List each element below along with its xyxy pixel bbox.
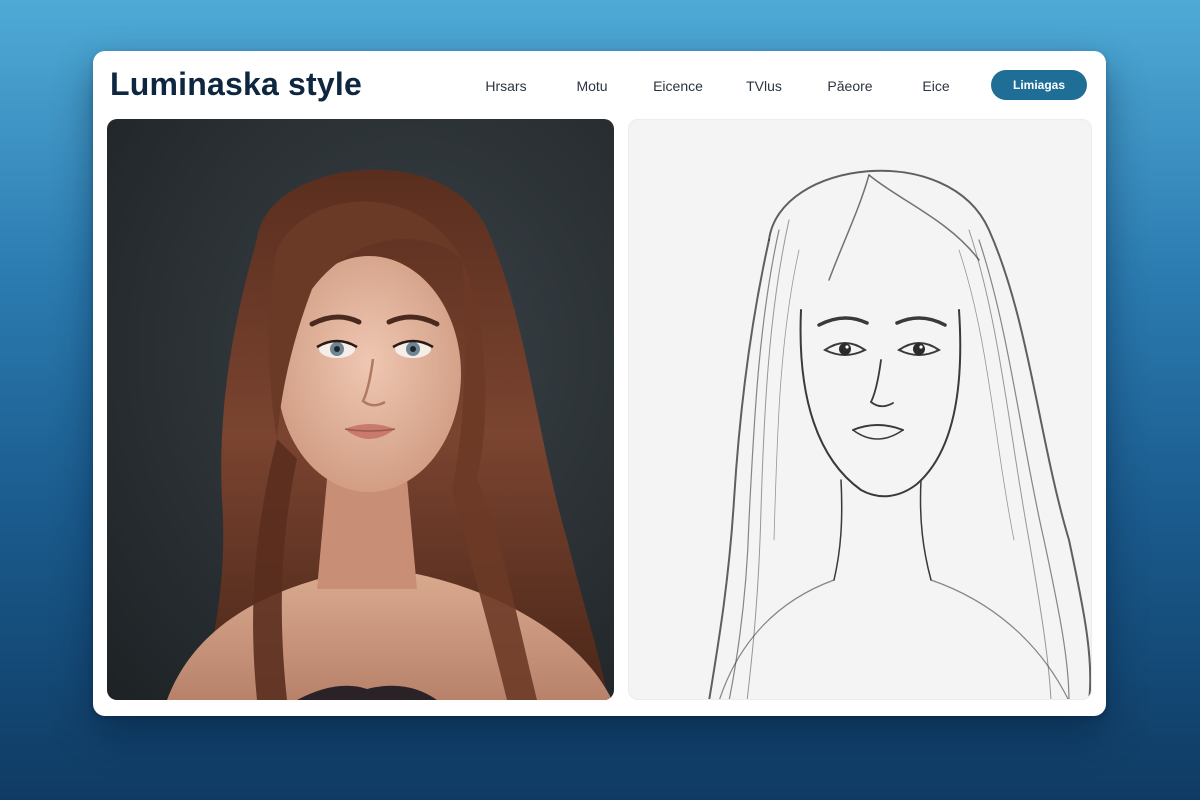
main-nav: Hrsars Motu Eicence TVlus Păeore Eice bbox=[463, 75, 979, 97]
nav-item-4[interactable]: TVlus bbox=[721, 78, 807, 94]
photo-panel bbox=[107, 119, 614, 700]
photo-portrait-icon bbox=[167, 169, 612, 700]
pencil-sketch-portrait-icon bbox=[708, 169, 1091, 699]
nav-item-6[interactable]: Eice bbox=[893, 78, 979, 94]
sketch-panel bbox=[628, 119, 1092, 700]
app-window: Luminaska style Hrsars Motu Eicence TVlu… bbox=[93, 51, 1106, 716]
brand-logo-text[interactable]: Luminaska style bbox=[110, 66, 362, 103]
nav-item-3[interactable]: Eicence bbox=[635, 78, 721, 94]
nav-item-1[interactable]: Hrsars bbox=[463, 78, 549, 94]
nav-item-5[interactable]: Păeore bbox=[807, 78, 893, 94]
top-bar: Luminaska style Hrsars Motu Eicence TVlu… bbox=[93, 51, 1106, 119]
nav-item-2[interactable]: Motu bbox=[549, 78, 635, 94]
cta-button[interactable]: Limiagas bbox=[991, 70, 1087, 100]
